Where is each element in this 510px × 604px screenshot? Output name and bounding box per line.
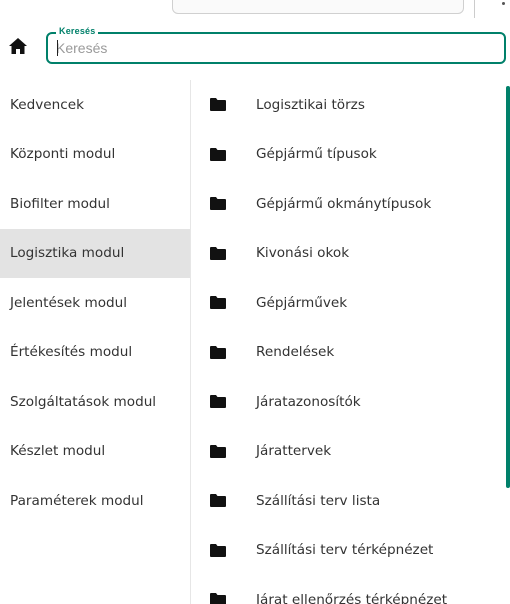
folder-item-rendelesek[interactable]: Rendelések — [192, 328, 510, 378]
sidebar-item-ertekesites-modul[interactable]: Értékesítés modul — [0, 328, 190, 378]
home-icon[interactable] — [8, 36, 28, 56]
top-divider — [474, 0, 475, 18]
folder-icon — [210, 98, 226, 112]
search-input[interactable] — [56, 38, 496, 58]
partial-top-field — [172, 0, 464, 14]
folder-label: Logisztikai törzs — [256, 96, 365, 113]
folder-icon — [210, 147, 226, 161]
folder-icon — [210, 296, 226, 310]
module-list: Kedvencek Központi modul Biofilter modul Lo… — [0, 80, 191, 604]
search-legend: Keresés — [56, 26, 99, 36]
folder-label: Rendelések — [256, 344, 335, 361]
folder-list: Logisztikai törzs Gépjármű típusok Gépjárm… — [192, 80, 510, 604]
folder-icon — [210, 345, 226, 359]
sidebar-item-jelentesek-modul[interactable]: Jelentések modul — [0, 278, 190, 328]
folder-icon — [210, 197, 226, 211]
text-caret — [57, 40, 58, 56]
folder-icon — [210, 494, 226, 508]
folder-label: Gépjárművek — [256, 294, 348, 311]
folder-icon — [210, 593, 226, 604]
folder-label: Gépjármű típusok — [256, 146, 377, 163]
folder-icon — [210, 543, 226, 557]
folder-item-szallitasi-terv-lista[interactable]: Szállítási terv lista — [192, 476, 510, 526]
scrollbar[interactable] — [506, 86, 510, 488]
top-dot — [502, 2, 505, 5]
folder-item-kivonasi-okok[interactable]: Kivonási okok — [192, 229, 510, 279]
folder-label: Járattervek — [256, 443, 332, 460]
folder-item-jarattervek[interactable]: Járattervek — [192, 427, 510, 477]
folder-label: Járat ellenőrzés térképnézet — [256, 591, 448, 604]
folder-icon — [210, 395, 226, 409]
folder-item-gepjarmu-okmanytipusok[interactable]: Gépjármű okmánytípusok — [192, 179, 510, 229]
sidebar-item-parameterek-modul[interactable]: Paraméterek modul — [0, 476, 190, 526]
search-field[interactable]: Keresés — [46, 26, 506, 64]
sidebar-item-szolgaltatasok-modul[interactable]: Szolgáltatások modul — [0, 377, 190, 427]
folder-item-jaratazonositok[interactable]: Járatazonosítók — [192, 377, 510, 427]
sidebar-item-kozponti-modul[interactable]: Központi modul — [0, 130, 190, 180]
sidebar-item-biofilter-modul[interactable]: Biofilter modul — [0, 179, 190, 229]
sidebar-item-keszlet-modul[interactable]: Készlet modul — [0, 427, 190, 477]
folder-item-szallitasi-terv-terkepnezet[interactable]: Szállítási terv térképnézet — [192, 526, 510, 576]
folder-item-logisztikai-torzs[interactable]: Logisztikai törzs — [192, 80, 510, 130]
folder-item-jarat-ellenorzes-terkepnezet[interactable]: Járat ellenőrzés térképnézet — [192, 575, 510, 604]
folder-item-gepjarmuvek[interactable]: Gépjárművek — [192, 278, 510, 328]
folder-label: Járatazonosítók — [256, 393, 361, 410]
folder-label: Gépjármű okmánytípusok — [256, 195, 432, 212]
folder-label: Szállítási terv térképnézet — [256, 542, 434, 559]
top-strip — [0, 0, 510, 22]
folder-icon — [210, 246, 226, 260]
folder-label: Szállítási terv lista — [256, 492, 381, 509]
sidebar-item-kedvencek[interactable]: Kedvencek — [0, 80, 190, 130]
folder-label: Kivonási okok — [256, 245, 350, 262]
sidebar-item-logisztika-modul[interactable]: Logisztika modul — [0, 228, 190, 278]
folder-icon — [210, 444, 226, 458]
folder-item-gepjarmu-tipusok[interactable]: Gépjármű típusok — [192, 130, 510, 180]
search-row: Keresés — [0, 22, 510, 72]
